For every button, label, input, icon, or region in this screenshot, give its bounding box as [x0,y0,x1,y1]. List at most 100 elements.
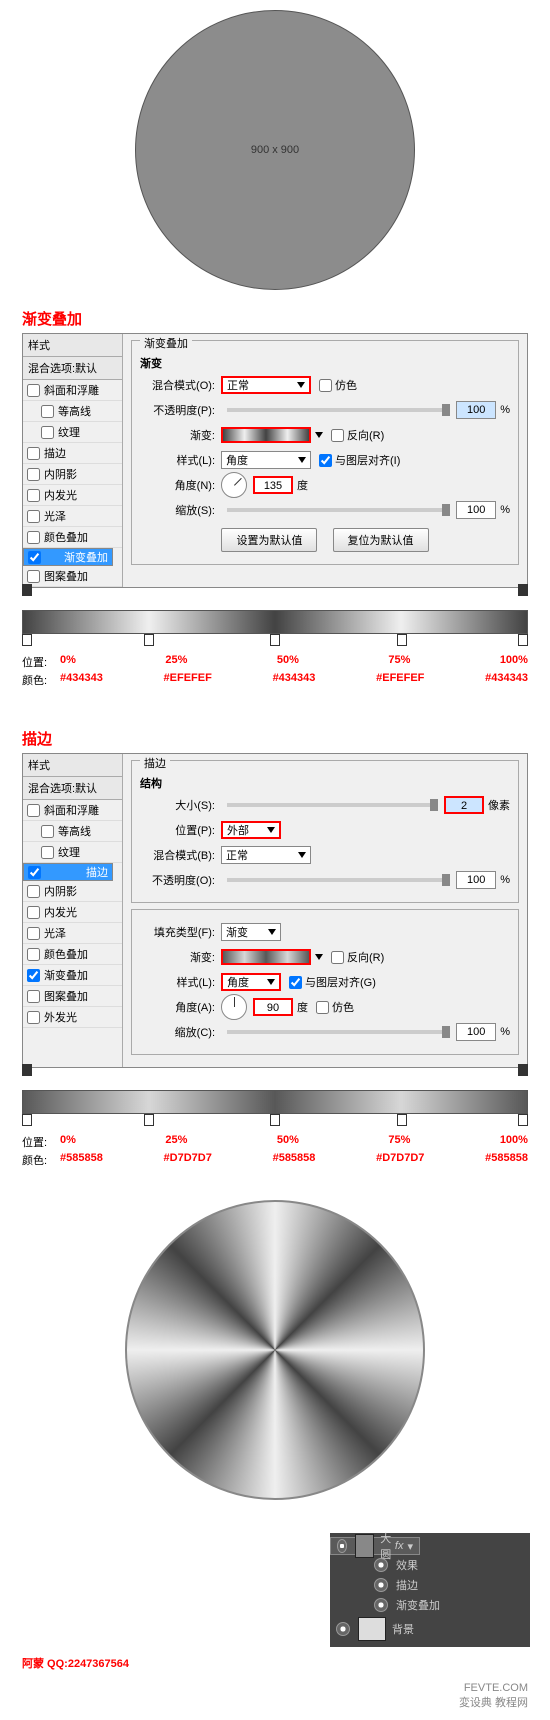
style-pattern-overlay[interactable]: 图案叠加 [23,566,122,587]
style-contour[interactable]: 等高线 [23,821,122,842]
layer-thumbnail[interactable] [358,1617,386,1641]
checkbox-stroke[interactable] [27,447,40,460]
checkbox-bevel[interactable] [27,384,40,397]
gradient-preview[interactable] [221,427,311,443]
gradient-stop[interactable] [144,1114,154,1126]
scale-value[interactable]: 100 [456,1023,496,1041]
style-inner-shadow[interactable]: 内阴影 [23,464,122,485]
layer-thumbnail[interactable] [355,1534,374,1558]
reset-default-button[interactable]: 复位为默认值 [333,528,429,552]
gradient-stop[interactable] [397,1114,407,1126]
style-pattern-overlay[interactable]: 图案叠加 [23,986,122,1007]
visibility-icon[interactable] [337,1539,347,1553]
style-inner-glow[interactable]: 内发光 [23,902,122,923]
scale-value[interactable]: 100 [456,501,496,519]
opacity-value[interactable]: 100 [456,401,496,419]
position-select[interactable]: 外部 [221,821,281,839]
reverse-checkbox[interactable]: 反向(R) [331,949,384,965]
gradient-bar[interactable] [22,1090,528,1114]
styles-header[interactable]: 样式 [23,334,122,357]
layer-row-bg[interactable]: 背景 [330,1615,530,1643]
section-title-stroke: 描边 [22,728,550,749]
reverse-checkbox[interactable]: 反向(R) [331,427,384,443]
gradient-stop[interactable] [518,1114,528,1126]
checkbox-satin[interactable] [27,510,40,523]
opacity-slider[interactable] [227,408,450,412]
checkbox-gradient-overlay[interactable] [28,551,41,564]
visibility-icon[interactable] [374,1558,388,1572]
visibility-icon[interactable] [336,1622,350,1636]
make-default-button[interactable]: 设置为默认值 [221,528,317,552]
angle-dial[interactable] [221,994,247,1020]
fill-type-select[interactable]: 渐变 [221,923,281,941]
layer-stroke-row[interactable]: 描边 [330,1575,530,1595]
style-satin[interactable]: 光泽 [23,506,122,527]
gradient-stop[interactable] [22,634,32,646]
align-layer-checkbox[interactable]: 与图层对齐(G) [289,974,376,990]
size-value[interactable]: 2 [444,796,484,814]
gradient-stop[interactable] [518,634,528,646]
opacity-slider[interactable] [227,878,450,882]
style-select[interactable]: 角度 [221,973,281,991]
chevron-down-icon [268,929,276,935]
size-slider[interactable] [227,803,438,807]
style-outer-glow[interactable]: 外发光 [23,1007,122,1028]
dither-checkbox[interactable]: 仿色 [319,377,357,393]
blend-options-default[interactable]: 混合选项:默认 [23,777,122,800]
scale-label: 缩放(S): [140,502,215,518]
layer-gradient-row[interactable]: 渐变叠加 [330,1595,530,1615]
gradient-stop[interactable] [22,1114,32,1126]
dither-checkbox[interactable]: 仿色 [316,999,354,1015]
style-stroke[interactable]: 描边 [23,863,113,881]
style-gradient-overlay[interactable]: 渐变叠加 [23,548,113,566]
stops-position-row: 位置: 0% 25% 50% 75% 100% [22,654,528,670]
gradient-overlay-panel: 渐变叠加 渐变 混合模式(O): 正常 仿色 不透明度(P): 100 % 渐变… [123,334,527,587]
layer-row[interactable]: 大圆 fx ▾ [330,1537,420,1555]
gradient-preview[interactable] [221,949,311,965]
result-preview [0,1170,550,1533]
style-satin[interactable]: 光泽 [23,923,122,944]
style-gradient-overlay[interactable]: 渐变叠加 [23,965,122,986]
gradient-stop[interactable] [144,634,154,646]
blend-options-default[interactable]: 混合选项:默认 [23,357,122,380]
gradient-bar[interactable] [22,610,528,634]
style-texture[interactable]: 纹理 [23,422,122,443]
chevron-down-icon[interactable] [315,432,323,438]
layer-effects-row[interactable]: 效果 [330,1555,530,1575]
styles-header[interactable]: 样式 [23,754,122,777]
style-inner-glow[interactable]: 内发光 [23,485,122,506]
visibility-icon[interactable] [374,1598,388,1612]
layer-style-dialog-2: 样式 混合选项:默认 斜面和浮雕 等高线 纹理 描边 内阴影 内发光 光泽 颜色… [22,753,528,1068]
style-bevel[interactable]: 斜面和浮雕 [23,380,122,401]
checkbox-contour[interactable] [41,405,54,418]
scale-slider[interactable] [227,508,450,512]
checkbox-color-overlay[interactable] [27,531,40,544]
angle-dial[interactable] [221,472,247,498]
fx-badge[interactable]: fx [395,1540,404,1552]
style-select[interactable]: 角度 [221,451,311,469]
align-layer-checkbox[interactable]: 与图层对齐(I) [319,452,400,468]
blend-mode-select[interactable]: 正常 [221,376,311,394]
opacity-value[interactable]: 100 [456,871,496,889]
style-inner-shadow[interactable]: 内阴影 [23,881,122,902]
checkbox-inner-shadow[interactable] [27,468,40,481]
angle-value[interactable]: 135 [253,476,293,494]
gradient-stop[interactable] [270,634,280,646]
scale-slider[interactable] [227,1030,450,1034]
blend-mode-select[interactable]: 正常 [221,846,311,864]
style-texture[interactable]: 纹理 [23,842,122,863]
style-bevel[interactable]: 斜面和浮雕 [23,800,122,821]
style-color-overlay[interactable]: 颜色叠加 [23,944,122,965]
checkbox-inner-glow[interactable] [27,489,40,502]
visibility-icon[interactable] [374,1578,388,1592]
gradient-stop[interactable] [270,1114,280,1126]
checkbox-pattern-overlay[interactable] [27,570,40,583]
style-color-overlay[interactable]: 颜色叠加 [23,527,122,548]
angle-value[interactable]: 90 [253,998,293,1016]
checkbox-texture[interactable] [41,426,54,439]
chevron-down-icon[interactable] [315,954,323,960]
style-stroke[interactable]: 描边 [23,443,122,464]
style-contour[interactable]: 等高线 [23,401,122,422]
chevron-down-icon[interactable]: ▾ [407,1540,413,1553]
gradient-stop[interactable] [397,634,407,646]
